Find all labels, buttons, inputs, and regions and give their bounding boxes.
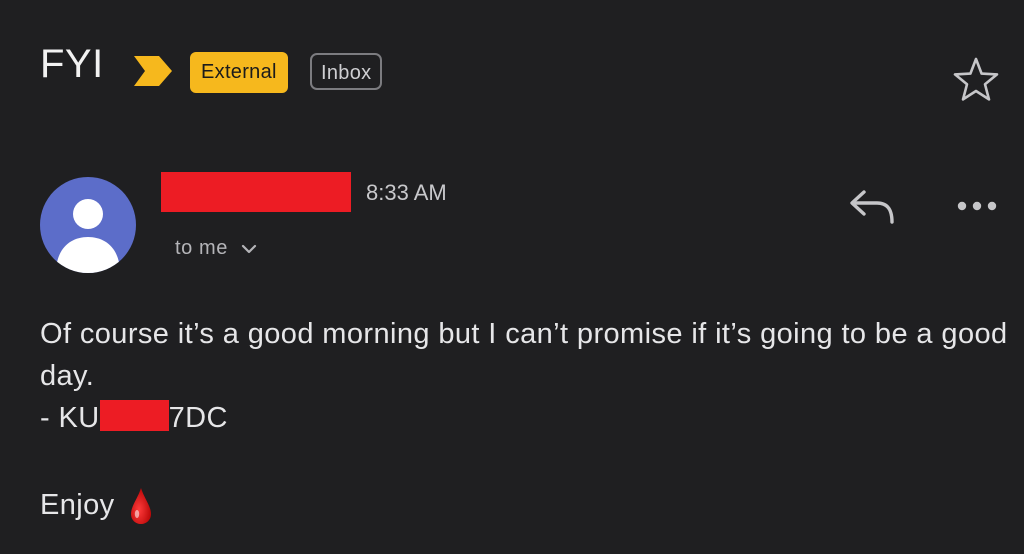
sender-name-redacted	[161, 172, 351, 212]
email-subject: FYI	[40, 42, 104, 86]
star-icon[interactable]	[952, 56, 1000, 102]
drop-of-blood-icon	[130, 488, 151, 524]
signature-redacted	[99, 400, 169, 431]
label-external[interactable]: External	[190, 52, 288, 93]
default-avatar-icon	[56, 199, 120, 273]
message-line: Of course it’s a good morning but I can’…	[40, 318, 1008, 392]
message-body: Of course it’s a good morning but I can’…	[40, 313, 1015, 439]
reply-icon[interactable]	[847, 184, 897, 226]
email-time: 8:33 AM	[366, 180, 447, 205]
message-closing: Enjoy	[40, 486, 153, 526]
message-signature: - KU 7DC	[40, 397, 1015, 439]
label-inbox[interactable]: Inbox	[310, 53, 383, 90]
signature-suffix: 7DC	[168, 402, 228, 434]
recipients-label: to me	[175, 237, 229, 259]
more-options-icon[interactable]	[953, 196, 1001, 216]
signature-prefix: - KU	[40, 402, 100, 434]
closing-text: Enjoy	[40, 489, 115, 521]
chevron-down-icon	[242, 244, 257, 253]
sender-avatar[interactable]	[40, 177, 136, 273]
importance-marker-icon[interactable]	[132, 54, 174, 88]
recipients-toggle[interactable]: to me	[175, 237, 258, 260]
